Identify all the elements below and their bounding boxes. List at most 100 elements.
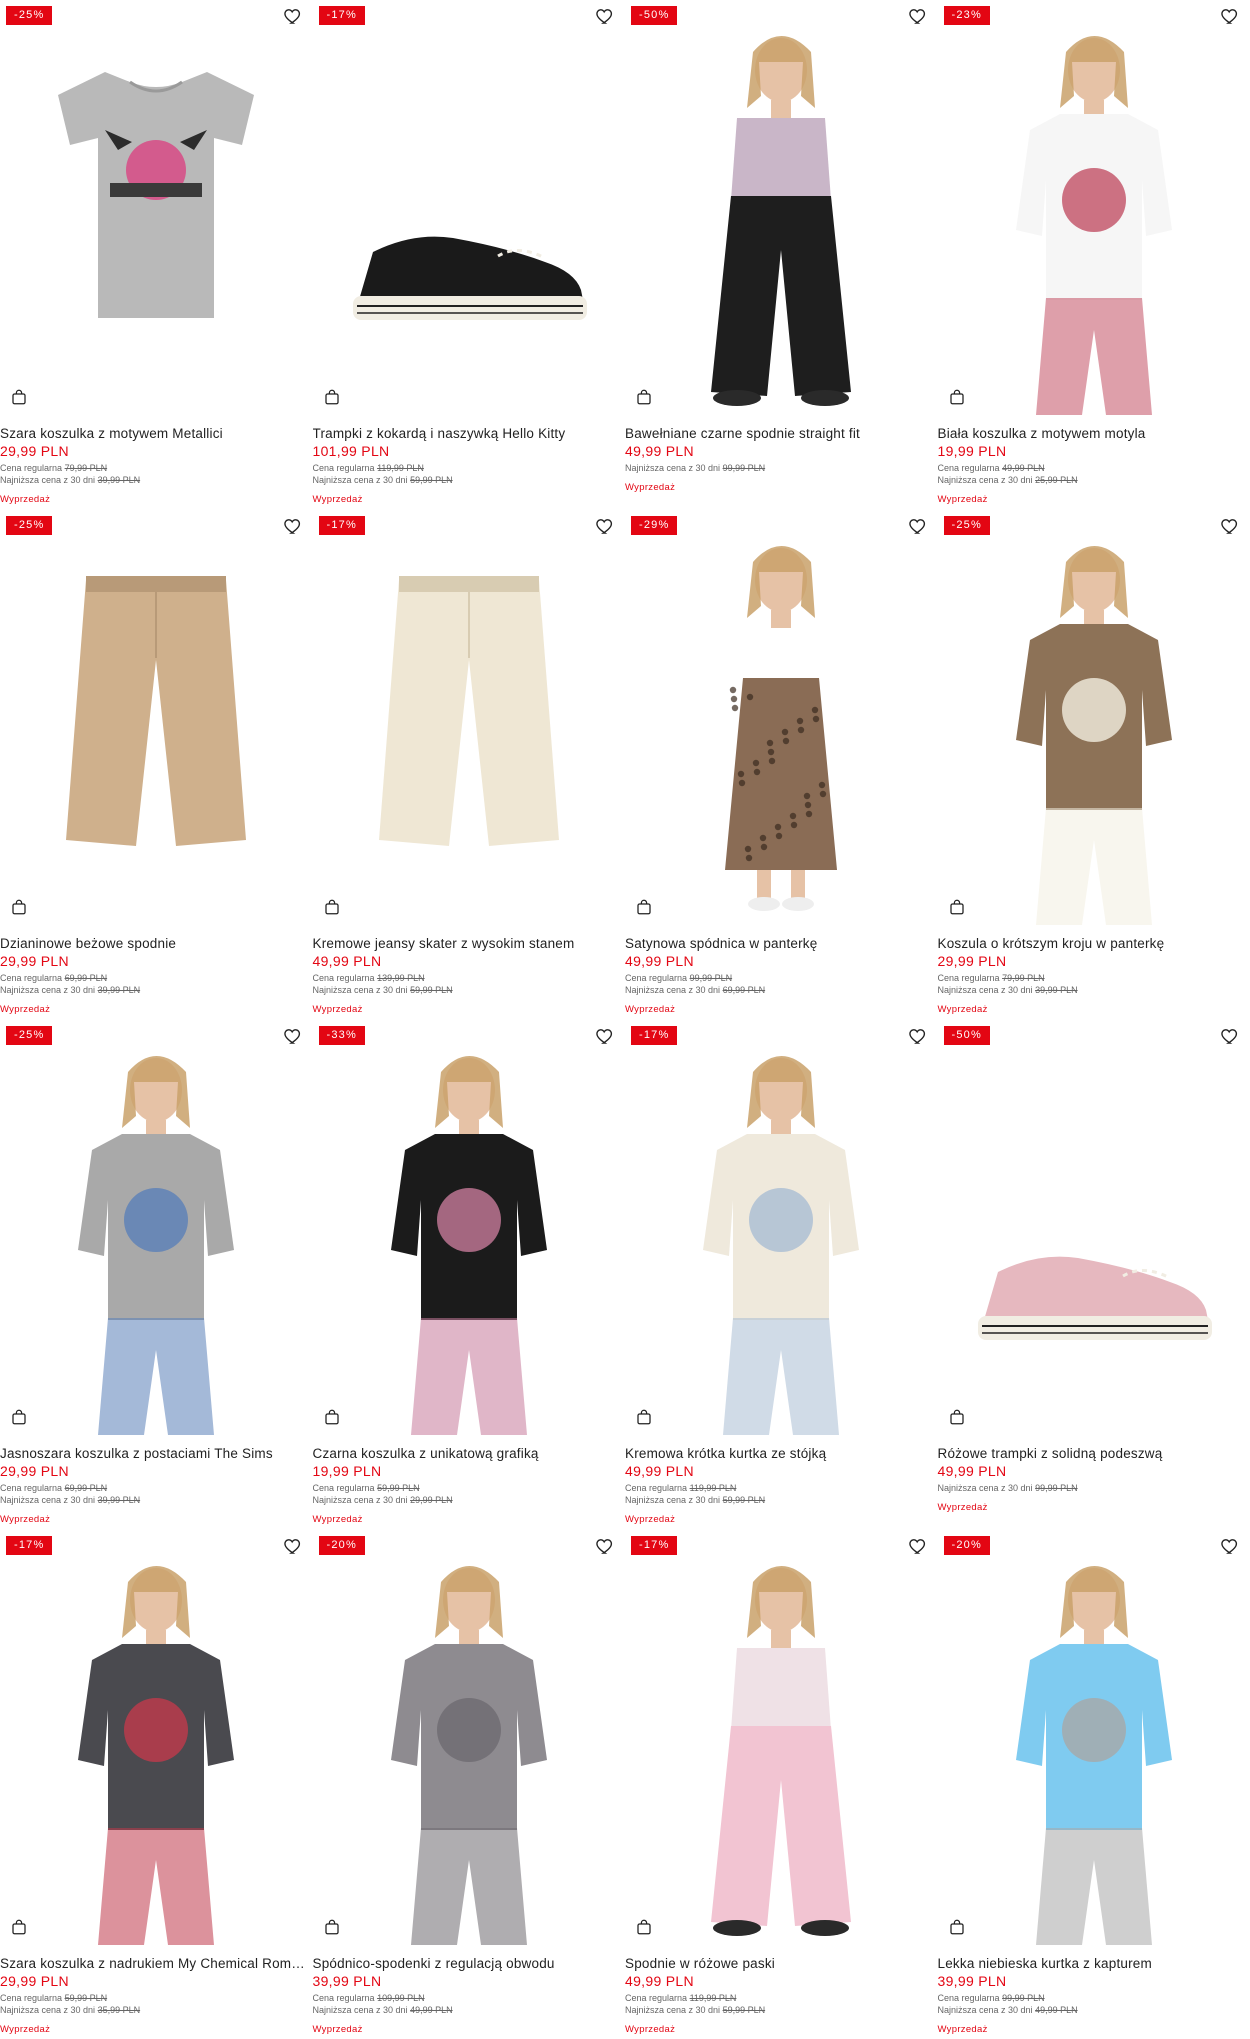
product-image[interactable]: [937, 1020, 1250, 1435]
shopping-bag-icon[interactable]: [10, 1408, 28, 1426]
regular-price-label: Cena regularna: [0, 463, 63, 473]
shopping-bag-icon[interactable]: [323, 1918, 341, 1936]
shopping-bag-icon[interactable]: [948, 1408, 966, 1426]
regular-price-value: 99,99 PLN: [1002, 1993, 1045, 2003]
product-card[interactable]: -25% Jasnoszara koszulka z postaciami The…: [0, 1020, 313, 1530]
shopping-bag-icon[interactable]: [948, 898, 966, 916]
product-card[interactable]: -17% Kremowe jeansy skater z wysokim stan…: [312, 510, 626, 1020]
product-card[interactable]: -20% Lekka niebieska kurtka z kapturem 39,…: [937, 1530, 1250, 2039]
sale-label: Wyprzedaż: [312, 1514, 363, 1525]
heart-icon[interactable]: [908, 1026, 928, 1046]
heart-icon[interactable]: [1220, 1026, 1240, 1046]
discount-badge: -25%: [943, 516, 990, 535]
heart-icon[interactable]: [908, 6, 928, 26]
heart-icon[interactable]: [283, 516, 303, 536]
product-card[interactable]: -17% Trampki z kokardą i naszywką Hello K…: [312, 0, 626, 510]
product-image[interactable]: [0, 510, 313, 925]
product-name[interactable]: Szara koszulka z nadrukiem My Chemical R…: [0, 1956, 313, 1971]
heart-icon[interactable]: [908, 1536, 928, 1556]
lowest-price-line: Najniższa cena z 30 dni 99,99 PLN: [625, 462, 938, 474]
shopping-bag-icon[interactable]: [948, 1918, 966, 1936]
product-name[interactable]: Satynowa spódnica w panterkę: [625, 936, 938, 951]
product-name[interactable]: Trampki z kokardą i naszywką Hello Kitty: [313, 426, 626, 441]
product-name[interactable]: Spódnico-spodenki z regulacją obwodu: [313, 1956, 626, 1971]
product-image[interactable]: [625, 1530, 938, 1945]
heart-icon[interactable]: [595, 516, 615, 536]
shopping-bag-icon[interactable]: [635, 388, 653, 406]
product-name[interactable]: Lekka niebieska kurtka z kapturem: [938, 1956, 1250, 1971]
lowest-price-label: Najniższa cena z 30 dni: [937, 985, 1033, 995]
shopping-bag-icon[interactable]: [323, 1408, 341, 1426]
lowest-price-line: Najniższa cena z 30 dni 69,99 PLN: [625, 984, 938, 996]
product-card[interactable]: -50% Różowe trampki z solidną podeszwą 49,…: [937, 1020, 1250, 1530]
product-card[interactable]: -25% Koszula o krótszym kroju w panterkę 2…: [937, 510, 1250, 1020]
product-name[interactable]: Kremowa krótka kurtka ze stójką: [625, 1446, 938, 1461]
discount-badge: -20%: [943, 1536, 990, 1555]
product-name[interactable]: Koszula o krótszym kroju w panterkę: [938, 936, 1250, 951]
product-name[interactable]: Bawełniane czarne spodnie straight fit: [625, 426, 938, 441]
product-card[interactable]: -17% Kremowa krótka kurtka ze stójką 49,99…: [625, 1020, 938, 1530]
heart-icon[interactable]: [283, 1536, 303, 1556]
product-image[interactable]: [0, 0, 313, 415]
heart-icon[interactable]: [908, 516, 928, 536]
heart-icon[interactable]: [595, 1026, 615, 1046]
heart-icon[interactable]: [1220, 1536, 1240, 1556]
product-card[interactable]: -33% Czarna koszulka z unikatową grafiką 1…: [312, 1020, 626, 1530]
product-image[interactable]: [0, 1530, 313, 1945]
shopping-bag-icon[interactable]: [323, 388, 341, 406]
product-card[interactable]: -50% Bawełniane czarne spodnie straight f…: [625, 0, 938, 510]
product-card[interactable]: -25% Dzianinowe beżowe spodnie 29,99 PLN Ce…: [0, 510, 313, 1020]
product-name[interactable]: Jasnoszara koszulka z postaciami The Sim…: [0, 1446, 313, 1461]
product-image[interactable]: [312, 510, 625, 925]
product-name[interactable]: Szara koszulka z motywem Metallici: [0, 426, 313, 441]
product-name[interactable]: Biała koszulka z motywem motyla: [938, 426, 1250, 441]
product-card[interactable]: -25% Szara koszulka z motywem Metallici 29…: [0, 0, 313, 510]
lowest-price-value: 29,99 PLN: [410, 1495, 453, 1505]
product-card[interactable]: -23% Biała koszulka z motywem motyla 19,99…: [937, 0, 1250, 510]
product-image[interactable]: [625, 510, 938, 925]
product-name[interactable]: Różowe trampki z solidną podeszwą: [938, 1446, 1250, 1461]
heart-icon[interactable]: [595, 6, 615, 26]
shopping-bag-icon[interactable]: [635, 1408, 653, 1426]
shopping-bag-icon[interactable]: [323, 898, 341, 916]
product-info: Kremowe jeansy skater z wysokim stanem 49…: [313, 936, 626, 1015]
lowest-price-label: Najniższa cena z 30 dni: [312, 2005, 408, 2015]
product-image[interactable]: [312, 1530, 625, 1945]
shopping-bag-icon[interactable]: [10, 388, 28, 406]
shopping-bag-icon[interactable]: [10, 1918, 28, 1936]
product-info: Kremowa krótka kurtka ze stójką 49,99 PLN…: [625, 1446, 938, 1525]
product-image[interactable]: [625, 1020, 938, 1435]
heart-icon[interactable]: [283, 1026, 303, 1046]
product-image[interactable]: [937, 1530, 1250, 1945]
sale-label: Wyprzedaż: [0, 2024, 51, 2035]
product-info: Szara koszulka z nadrukiem My Chemical R…: [0, 1956, 313, 2035]
product-card[interactable]: -17% Szara koszulka z nadrukiem My Chemic…: [0, 1530, 313, 2039]
regular-price-line: Cena regularna 119,99 PLN: [625, 1992, 938, 2004]
product-name[interactable]: Spodnie w różowe paski: [625, 1956, 938, 1971]
shopping-bag-icon[interactable]: [635, 898, 653, 916]
product-image[interactable]: [312, 0, 625, 415]
product-image[interactable]: [937, 0, 1250, 415]
shopping-bag-icon[interactable]: [948, 388, 966, 406]
product-name[interactable]: Dzianinowe beżowe spodnie: [0, 936, 313, 951]
product-card[interactable]: -20% Spódnico-spodenki z regulacją obwodu…: [312, 1530, 626, 2039]
product-card[interactable]: -29% Satynowa spódnica w panterkę 49,99 PL…: [625, 510, 938, 1020]
shopping-bag-icon[interactable]: [635, 1918, 653, 1936]
product-image[interactable]: [312, 1020, 625, 1435]
product-image[interactable]: [0, 1020, 313, 1435]
lowest-price-label: Najniższa cena z 30 dni: [312, 985, 408, 995]
regular-price-line: Cena regularna 139,99 PLN: [313, 972, 626, 984]
shopping-bag-icon[interactable]: [10, 898, 28, 916]
regular-price-line: Cena regularna 119,99 PLN: [625, 1482, 938, 1494]
product-name[interactable]: Kremowe jeansy skater z wysokim stanem: [313, 936, 626, 951]
product-card[interactable]: -17% Spodnie w różowe paski 49,99 PLN Cena …: [625, 1530, 938, 2039]
regular-price-label: Cena regularna: [312, 1993, 375, 2003]
heart-icon[interactable]: [595, 1536, 615, 1556]
product-name[interactable]: Czarna koszulka z unikatową grafiką: [313, 1446, 626, 1461]
product-image[interactable]: [937, 510, 1250, 925]
regular-price-label: Cena regularna: [625, 1993, 688, 2003]
product-image[interactable]: [625, 0, 938, 415]
heart-icon[interactable]: [1220, 6, 1240, 26]
heart-icon[interactable]: [1220, 516, 1240, 536]
heart-icon[interactable]: [283, 6, 303, 26]
